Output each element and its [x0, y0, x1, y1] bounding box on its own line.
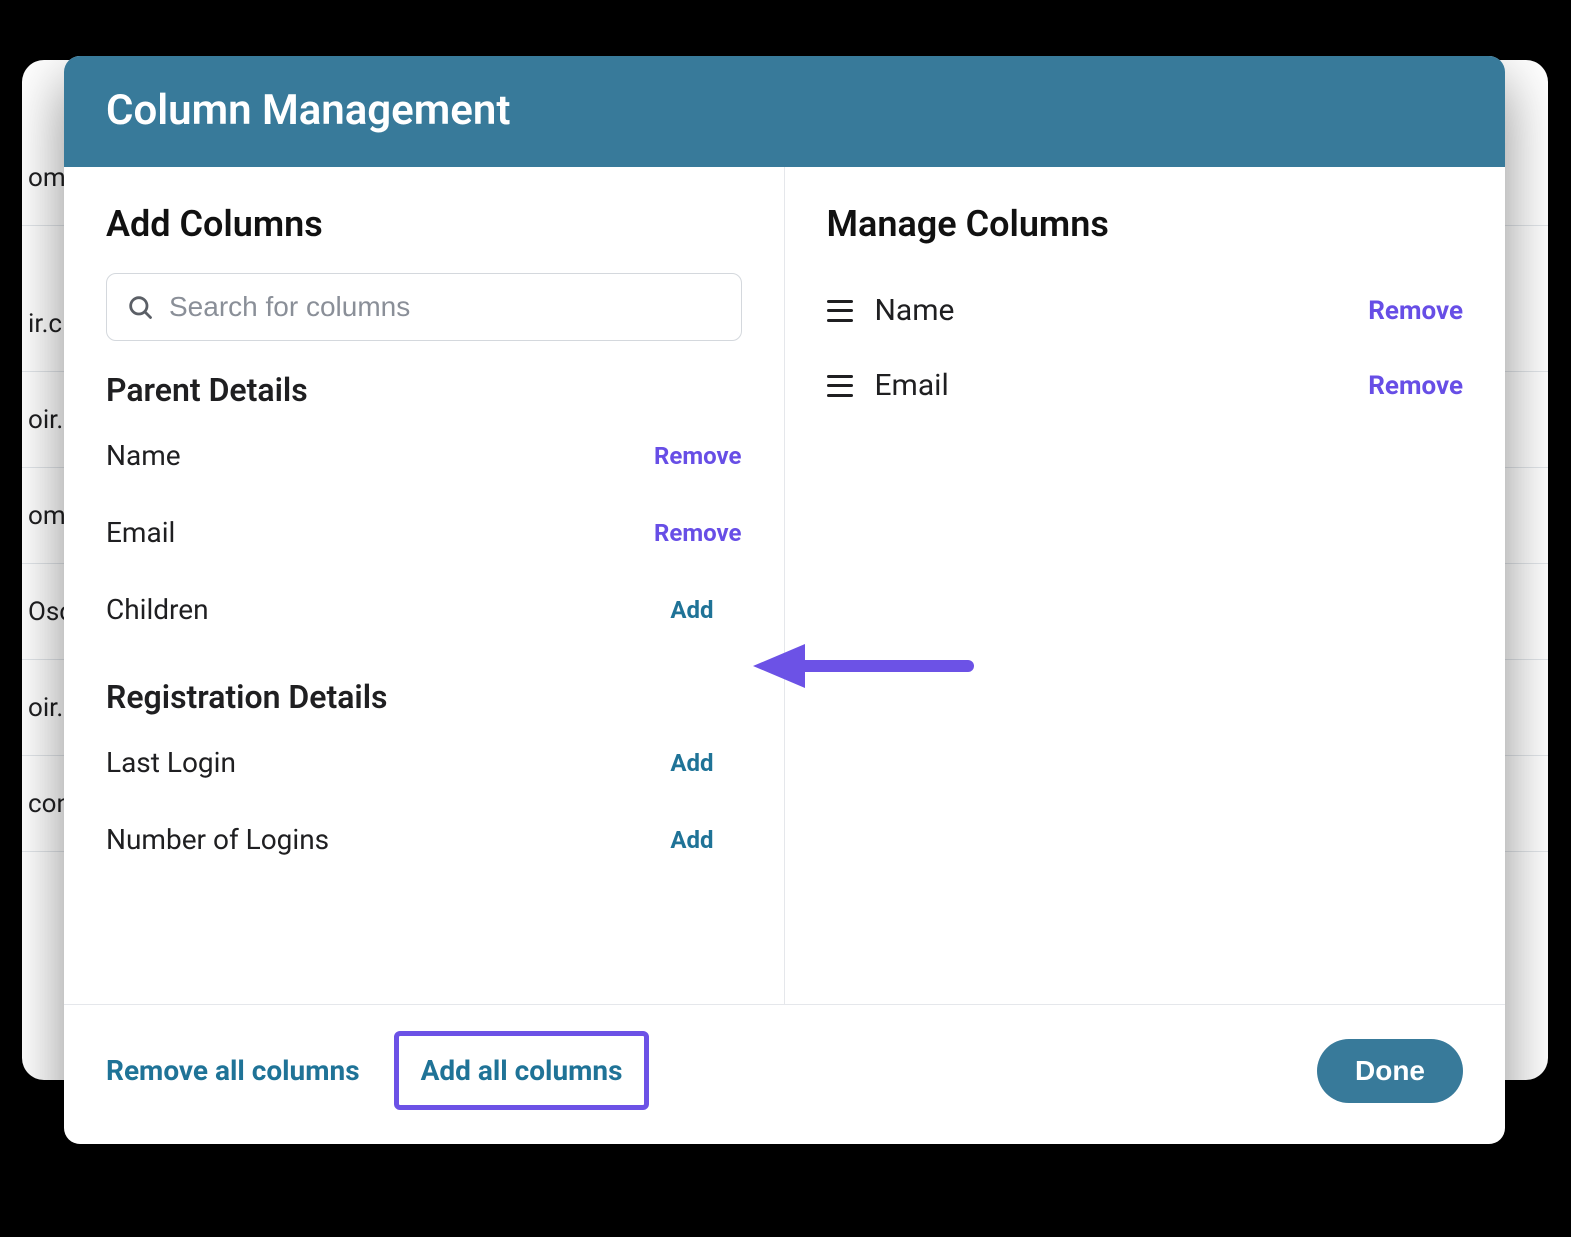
- bg-cell-text: om: [28, 501, 66, 531]
- column-label-last-login: Last Login: [106, 746, 236, 779]
- add-all-columns-button[interactable]: Add all columns: [421, 1054, 623, 1087]
- column-row: Name Remove: [106, 417, 742, 494]
- add-columns-title: Add Columns: [106, 203, 742, 245]
- search-icon: [126, 293, 154, 321]
- search-wrapper: [106, 273, 742, 341]
- manage-columns-title: Manage Columns: [827, 203, 1464, 245]
- column-row: Email Remove: [106, 494, 742, 571]
- bg-cell-text: oir.: [28, 405, 63, 435]
- column-row: Last Login Add: [106, 724, 742, 801]
- column-label-children: Children: [106, 593, 209, 626]
- manage-column-label-email: Email: [875, 368, 949, 403]
- group-heading-registration-details: Registration Details: [106, 678, 742, 716]
- remove-managed-column-button[interactable]: Remove: [1368, 296, 1463, 326]
- remove-column-button[interactable]: Remove: [654, 442, 741, 470]
- annotation-highlight: Add all columns: [394, 1031, 650, 1110]
- done-button[interactable]: Done: [1317, 1039, 1463, 1103]
- bg-cell-text: om: [28, 163, 66, 193]
- add-column-button[interactable]: Add: [670, 596, 741, 624]
- modal-body: Add Columns Parent Details Name Remove E…: [64, 167, 1505, 1004]
- add-columns-panel: Add Columns Parent Details Name Remove E…: [64, 167, 785, 1004]
- column-management-modal: Column Management Add Columns Parent Det…: [64, 56, 1505, 1144]
- remove-all-columns-button[interactable]: Remove all columns: [106, 1054, 360, 1087]
- manage-columns-panel: Manage Columns Name Remove Email Remove: [785, 167, 1506, 1004]
- manage-column-row: Email Remove: [827, 348, 1464, 423]
- column-label-email: Email: [106, 516, 175, 549]
- modal-title: Column Management: [64, 56, 1505, 167]
- search-columns-input[interactable]: [106, 273, 742, 341]
- add-column-button[interactable]: Add: [670, 826, 741, 854]
- column-label-name: Name: [106, 439, 181, 472]
- column-row: Number of Logins Add: [106, 801, 742, 878]
- drag-handle-icon[interactable]: [827, 300, 853, 322]
- column-label-number-of-logins: Number of Logins: [106, 823, 329, 856]
- column-row: Children Add: [106, 571, 742, 648]
- footer-left-actions: Remove all columns Add all columns: [106, 1031, 649, 1110]
- remove-column-button[interactable]: Remove: [654, 519, 741, 547]
- bg-cell-text: ir.c: [28, 309, 62, 339]
- remove-managed-column-button[interactable]: Remove: [1368, 371, 1463, 401]
- add-column-button[interactable]: Add: [670, 749, 741, 777]
- bg-cell-text: oir.: [28, 693, 63, 723]
- modal-footer: Remove all columns Add all columns Done: [64, 1004, 1505, 1144]
- drag-handle-icon[interactable]: [827, 375, 853, 397]
- manage-column-label-name: Name: [875, 293, 955, 328]
- manage-column-row: Name Remove: [827, 273, 1464, 348]
- group-heading-parent-details: Parent Details: [106, 371, 742, 409]
